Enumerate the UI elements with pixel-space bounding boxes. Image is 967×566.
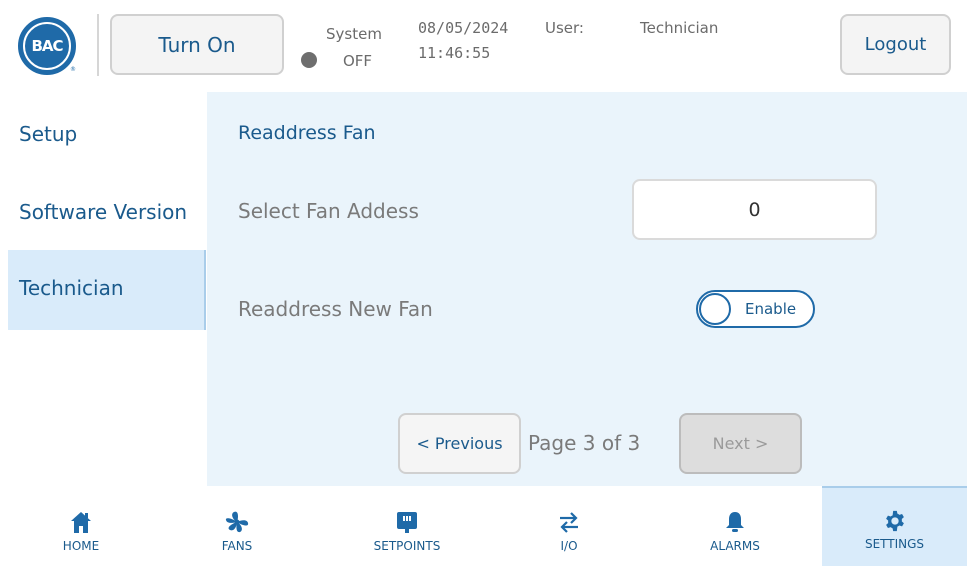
header: BAC ® Turn On System OFF 08/05/2024 11:4… <box>0 0 967 92</box>
bac-logo: BAC <box>18 17 76 75</box>
readdress-new-fan-label: Readdress New Fan <box>238 297 433 321</box>
nav-label-setpoints: SETPOINTS <box>373 539 441 553</box>
nav-label-fans: FANS <box>221 539 253 553</box>
nav-setpoints[interactable]: SETPOINTS <box>334 486 480 566</box>
home-icon <box>71 512 91 533</box>
enable-toggle[interactable]: Enable <box>696 290 815 328</box>
nav-label-alarms: ALARMS <box>710 539 760 553</box>
gear-icon <box>885 510 904 532</box>
select-fan-address-label: Select Fan Addess <box>238 199 419 223</box>
fan-address-input[interactable]: 0 <box>632 179 877 240</box>
date-display: 08/05/2024 <box>418 19 509 37</box>
fan-icon <box>225 511 249 533</box>
bell-icon <box>726 512 744 532</box>
sidebar-item-setup[interactable]: Setup <box>8 112 206 156</box>
sidebar: Setup Software Version Technician <box>0 92 207 486</box>
nav-alarms[interactable]: ALARMS <box>662 486 808 566</box>
sidebar-item-technician[interactable]: Technician <box>8 250 206 330</box>
next-button[interactable]: Next > <box>679 413 802 474</box>
nav-label-settings: SETTINGS <box>864 537 925 551</box>
user-value: Technician <box>640 19 719 37</box>
logout-button[interactable]: Logout <box>840 14 951 75</box>
logo-text: BAC <box>31 37 63 55</box>
header-divider <box>97 14 99 76</box>
system-status-indicator <box>301 52 317 68</box>
setpoints-icon <box>397 512 417 533</box>
turn-on-button[interactable]: Turn On <box>110 14 284 75</box>
logo-registered-mark: ® <box>70 66 76 73</box>
nav-home[interactable]: HOME <box>8 486 154 566</box>
nav-fans[interactable]: FANS <box>164 486 310 566</box>
nav-label-home: HOME <box>62 539 100 553</box>
nav-settings[interactable]: SETTINGS <box>822 486 967 566</box>
toggle-label: Enable <box>745 300 797 318</box>
main-panel: Readdress Fan Select Fan Addess 0 Readdr… <box>207 92 967 486</box>
toggle-knob <box>699 293 731 325</box>
nav-label-io: I/O <box>560 539 578 553</box>
time-display: 11:46:55 <box>418 44 491 62</box>
sidebar-item-software-version[interactable]: Software Version <box>8 180 206 244</box>
page-title: Readdress Fan <box>238 122 376 144</box>
nav-io[interactable]: I/O <box>496 486 642 566</box>
bottom-nav: HOME FANS SETPOINTS I/O ALARMS SETTINGS <box>0 486 967 566</box>
page-indicator: Page 3 of 3 <box>528 431 641 455</box>
system-label: System <box>326 25 382 43</box>
previous-button[interactable]: < Previous <box>398 413 521 474</box>
io-arrows-icon <box>560 512 578 533</box>
user-label: User: <box>545 19 584 37</box>
system-state: OFF <box>343 52 373 70</box>
